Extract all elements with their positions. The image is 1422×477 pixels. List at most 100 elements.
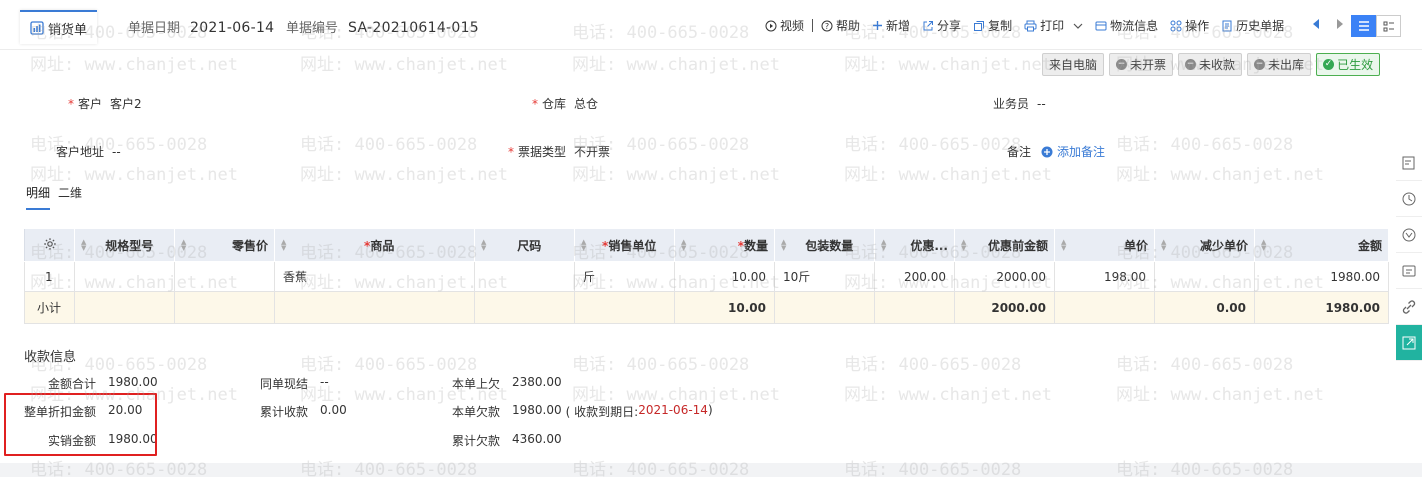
col-retail[interactable]: ▲ ▼ 零售价 (174, 228, 275, 262)
history-button[interactable]: 历史单据 (1221, 17, 1284, 34)
cell-retail[interactable] (174, 261, 275, 292)
tab-2d[interactable]: 二维 (58, 184, 82, 210)
outbound-status-badge: − 未出库 (1247, 53, 1312, 76)
operation-button[interactable]: 操作 (1170, 17, 1209, 34)
warehouse-field[interactable]: * 仓库 总仓 (532, 95, 598, 112)
source-badge-label: 来自电脑 (1049, 58, 1098, 72)
add-note-button[interactable]: 添加备注 (1041, 143, 1105, 160)
sort-icon[interactable]: ▲ ▼ (81, 239, 86, 252)
new-button[interactable]: 新增 (872, 17, 910, 34)
cell-price[interactable]: 198.00 (1054, 261, 1155, 292)
copy-button[interactable]: 复制 (973, 17, 1012, 34)
chevron-down-icon[interactable] (1073, 22, 1083, 30)
col-pack-label: 包装数量 (805, 238, 854, 253)
side-owe-button[interactable] (1396, 217, 1422, 253)
subtotal-cell (474, 291, 575, 324)
date-label: 单据日期 (128, 21, 181, 36)
owe-icon (1402, 228, 1416, 241)
sort-icon[interactable]: ▲ ▼ (1261, 239, 1266, 252)
cell-discount[interactable]: 200.00 (874, 261, 955, 292)
col-spec-label: 规格型号 (105, 238, 154, 253)
salesman-field[interactable]: 业务员 -- (993, 95, 1046, 112)
col-pre-amount[interactable]: ▲ ▼ 优惠前金额 (954, 228, 1055, 262)
subtotal-reduce: 0.00 (1154, 291, 1255, 324)
help-button[interactable]: ? 帮助 (821, 17, 860, 34)
watermark-site: 网址: www.chanjet.net (572, 165, 780, 185)
col-price[interactable]: ▲ ▼ 单价 (1054, 228, 1155, 262)
cell-amount[interactable]: 1980.00 (1254, 261, 1389, 292)
col-size[interactable]: ▲ ▼ 尺码 (474, 228, 575, 262)
ticket-type-value: 不开票 (574, 145, 611, 159)
col-amount[interactable]: ▲ ▼ 金额 (1254, 228, 1389, 262)
side-link-button[interactable] (1396, 289, 1422, 325)
gear-icon[interactable] (43, 237, 57, 251)
sort-icon[interactable]: ▲ ▼ (881, 239, 886, 252)
col-spec[interactable]: ▲ ▼ 规格型号 (74, 228, 175, 262)
help-label: 帮助 (836, 19, 861, 33)
cell-reduce[interactable] (1154, 261, 1255, 292)
date-value: 2021-06-14 (190, 20, 275, 36)
outbound-status-label: 未出库 (1268, 58, 1305, 72)
cell-pack[interactable]: 10斤 (774, 261, 875, 292)
invoice-status-label: 未开票 (1130, 58, 1167, 72)
watermark-site: 网址: www.chanjet.net (1116, 385, 1324, 405)
salesman-label: 业务员 (993, 97, 1030, 111)
cell-product[interactable]: 香蕉 (274, 261, 475, 292)
sort-icon[interactable]: ▲ ▼ (1161, 239, 1166, 252)
sort-icon[interactable]: ▲ ▼ (961, 239, 966, 252)
minus-dot-icon: − (1185, 59, 1197, 70)
side-coupon-button[interactable] (1396, 253, 1422, 289)
cell-pre-amount[interactable]: 2000.00 (954, 261, 1055, 292)
col-product[interactable]: ▲ ▼ *商品 (274, 228, 475, 262)
sort-icon[interactable]: ▲ ▼ (781, 239, 786, 252)
accum-receipt-label: 累计收款 (260, 405, 309, 419)
print-label: 打印 (1040, 19, 1065, 33)
sort-icon[interactable]: ▲ ▼ (581, 239, 586, 252)
copy-icon (974, 20, 985, 31)
tab-sales-order[interactable]: 销货单 (20, 10, 98, 44)
side-expand-button[interactable] (1396, 325, 1422, 361)
table-row[interactable]: 1 香蕉 斤 10.00 10斤 200.00 2000.00 198.00 1… (24, 261, 1389, 292)
cell-spec[interactable] (74, 261, 175, 292)
tab-detail[interactable]: 明细 (26, 184, 51, 210)
column-settings[interactable] (24, 228, 75, 262)
col-reduce-label: 减少单价 (1199, 238, 1248, 253)
customer-address-field[interactable]: 客户地址 -- (56, 143, 121, 160)
print-button[interactable]: 打印 (1024, 17, 1083, 34)
prev-arrow-icon[interactable] (1312, 18, 1320, 30)
due-date-suffix: ) (707, 403, 713, 417)
logistics-button[interactable]: 物流信息 (1095, 17, 1158, 34)
subtotal-cell (574, 291, 675, 324)
col-unit[interactable]: ▲ ▼ *销售单位 (574, 228, 675, 262)
card-view-button[interactable] (1376, 15, 1401, 37)
sort-icon[interactable]: ▲ ▼ (681, 239, 686, 252)
copy-label: 复制 (988, 19, 1013, 33)
video-button[interactable]: 视频 (765, 17, 804, 34)
plus-circle-icon (1041, 146, 1053, 157)
customer-label: 客户 (78, 97, 103, 111)
logistics-label: 物流信息 (1110, 19, 1159, 33)
share-button[interactable]: 分享 (922, 17, 961, 34)
sort-icon[interactable]: ▲ ▼ (181, 239, 186, 252)
col-qty[interactable]: ▲ ▼ *数量 (674, 228, 775, 262)
sort-icon[interactable]: ▲ ▼ (481, 239, 486, 252)
prev-owe-value: 2380.00 (512, 375, 562, 389)
col-discount[interactable]: ▲ ▼ 优惠... (874, 228, 955, 262)
col-reduce[interactable]: ▲ ▼ 减少单价 (1154, 228, 1255, 262)
link-icon (1402, 299, 1416, 314)
side-history-button[interactable] (1396, 181, 1422, 217)
customer-field[interactable]: * 客户 客户2 (68, 95, 142, 112)
side-note-button[interactable] (1396, 145, 1422, 181)
next-arrow-icon[interactable] (1336, 18, 1344, 30)
col-pack[interactable]: ▲ ▼ 包装数量 (774, 228, 875, 262)
history-icon (1402, 192, 1416, 205)
sort-icon[interactable]: ▲ ▼ (281, 239, 286, 252)
list-view-button[interactable] (1351, 15, 1376, 37)
cell-unit[interactable]: 斤 (574, 261, 675, 292)
ticket-type-field[interactable]: * 票据类型 不开票 (508, 143, 610, 160)
cell-qty[interactable]: 10.00 (674, 261, 775, 292)
cell-size[interactable] (474, 261, 575, 292)
sort-icon[interactable]: ▲ ▼ (1061, 239, 1066, 252)
accum-receipt-value: 0.00 (320, 403, 347, 417)
subtotal-cell (74, 291, 175, 324)
